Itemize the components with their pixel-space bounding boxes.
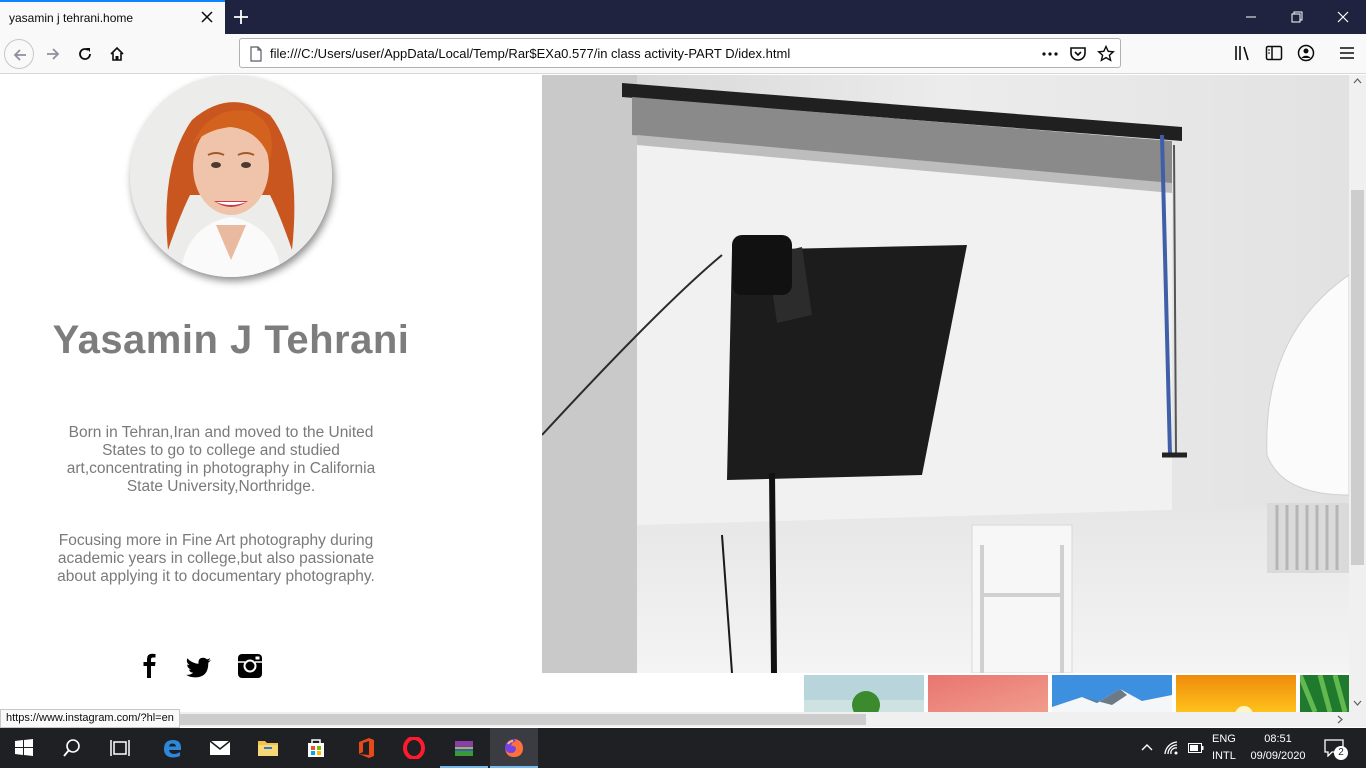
notification-badge: 2 [1334, 746, 1348, 760]
keyboard-layout: INTL [1212, 750, 1236, 762]
taskbar: ENG INTL 08:51 09/09/2020 2 [0, 728, 1366, 768]
profile-name: Yasamin J Tehrani [52, 318, 410, 362]
close-window-button[interactable] [1320, 0, 1366, 34]
clock-date: 09/09/2020 [1250, 750, 1306, 762]
scroll-up-arrow-icon[interactable] [1353, 78, 1362, 84]
tab-bar: yasamin j tehrani.home [0, 0, 1366, 34]
gallery-thumbnail[interactable] [1300, 675, 1349, 712]
minimize-button[interactable] [1228, 0, 1274, 34]
edge-icon[interactable] [148, 728, 196, 768]
notification-center-button[interactable]: 2 [1318, 728, 1366, 768]
navigation-bar: file:///C:/Users/user/AppData/Local/Temp… [0, 34, 1366, 74]
clock-time: 08:51 [1264, 733, 1292, 745]
page-info-icon[interactable] [248, 46, 264, 67]
sidebar-icon[interactable] [1265, 44, 1283, 62]
battery-icon[interactable] [1186, 728, 1206, 768]
firefox-icon[interactable] [490, 728, 538, 768]
gallery-thumbnail[interactable] [804, 675, 924, 712]
tab-active[interactable]: yasamin j tehrani.home [0, 0, 225, 34]
forward-button[interactable] [38, 39, 68, 69]
show-hidden-icons-button[interactable] [1138, 728, 1156, 768]
library-icon[interactable] [1234, 44, 1252, 62]
menu-icon[interactable] [1338, 44, 1356, 62]
page-actions-icon[interactable] [1041, 45, 1059, 63]
facebook-icon[interactable] [135, 650, 165, 680]
clock[interactable]: 08:51 09/09/2020 [1246, 728, 1310, 768]
scrollbar-corner [1349, 712, 1366, 727]
start-button[interactable] [0, 728, 48, 768]
mail-icon[interactable] [196, 728, 244, 768]
bio-paragraph: Born in Tehran,Iran and moved to the Uni… [66, 424, 376, 495]
file-explorer-icon[interactable] [244, 728, 292, 768]
gallery-thumbnail[interactable] [928, 675, 1048, 712]
twitter-icon[interactable] [184, 653, 214, 683]
studio-photo [542, 75, 1349, 673]
search-button[interactable] [48, 728, 96, 768]
url-text[interactable]: file:///C:/Users/user/AppData/Local/Temp… [270, 46, 790, 61]
office-icon[interactable] [342, 728, 390, 768]
scroll-down-arrow-icon[interactable] [1353, 700, 1362, 706]
store-icon[interactable] [292, 728, 340, 768]
restore-button[interactable] [1274, 0, 1320, 34]
winrar-icon[interactable] [440, 728, 488, 768]
language-code: ENG [1212, 733, 1236, 745]
home-button[interactable] [102, 39, 132, 69]
gallery-thumbnail[interactable] [1052, 675, 1172, 712]
account-icon[interactable] [1297, 44, 1315, 62]
url-bar[interactable]: file:///C:/Users/user/AppData/Local/Temp… [239, 38, 1121, 68]
instagram-icon[interactable] [235, 651, 265, 681]
bookmark-star-icon[interactable] [1097, 44, 1115, 63]
new-tab-button[interactable] [229, 5, 253, 29]
bio-paragraph: Focusing more in Fine Art photography du… [57, 532, 375, 585]
wifi-icon[interactable] [1162, 728, 1182, 768]
back-button[interactable] [4, 39, 34, 69]
page-content: Yasamin J Tehrani Born in Tehran,Iran an… [0, 75, 1349, 712]
gallery-thumbnail[interactable] [1176, 675, 1296, 712]
reload-button[interactable] [70, 39, 100, 69]
task-view-button[interactable] [96, 728, 144, 768]
status-url: https://www.instagram.com/?hl=en [0, 709, 180, 728]
tab-title: yasamin j tehrani.home [9, 11, 134, 25]
avatar [130, 75, 332, 277]
pocket-icon[interactable] [1069, 45, 1087, 63]
vertical-scroll-thumb[interactable] [1351, 190, 1364, 565]
opera-icon[interactable] [390, 728, 438, 768]
language-indicator[interactable]: ENG INTL [1210, 728, 1242, 768]
close-icon[interactable] [199, 9, 215, 25]
scroll-right-arrow-icon[interactable] [1337, 715, 1343, 724]
